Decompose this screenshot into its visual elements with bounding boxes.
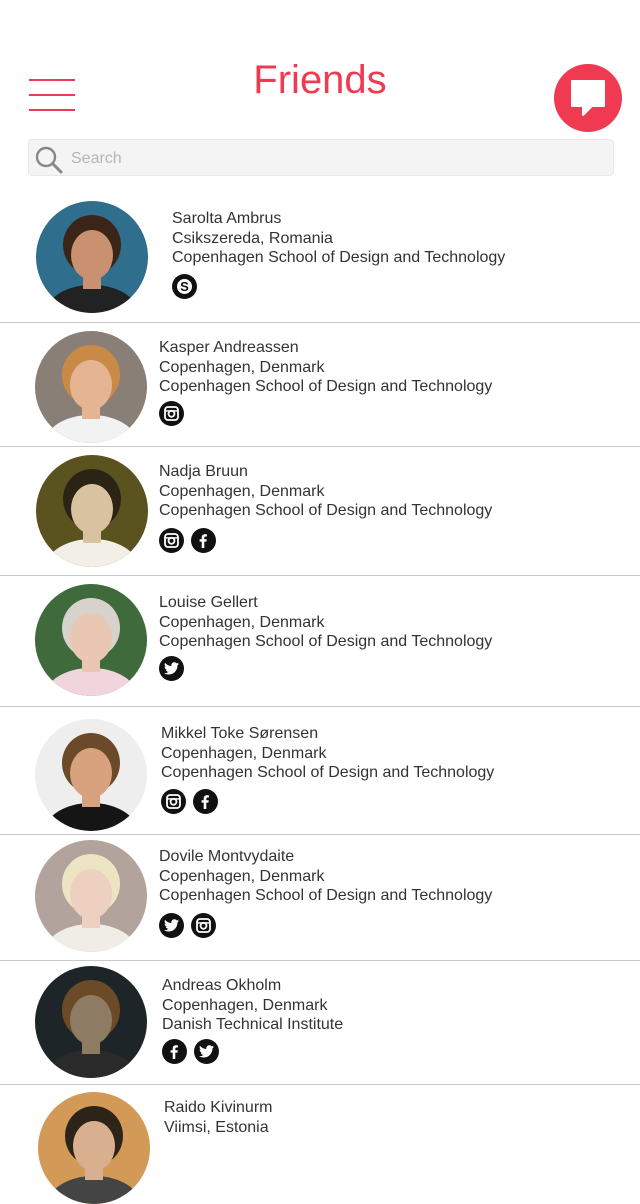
instagram-icon[interactable]: [159, 528, 184, 553]
twitter-icon[interactable]: [159, 913, 184, 938]
social-links: [162, 1039, 219, 1064]
friend-location: Copenhagen, Denmark: [159, 613, 325, 631]
friend-name: Louise Gellert: [159, 594, 258, 611]
friend-name: Kasper Andreassen: [159, 339, 299, 356]
chat-button[interactable]: [554, 64, 622, 132]
friend-row[interactable]: Nadja Bruun Copenhagen, Denmark Copenhagen…: [0, 447, 640, 576]
avatar: [35, 966, 147, 1078]
twitter-icon[interactable]: [194, 1039, 219, 1064]
friend-name: Andreas Okholm: [162, 977, 282, 994]
social-links: [159, 401, 184, 426]
friend-info: Raido Kivinurm Viimsi, Estonia: [164, 1098, 272, 1137]
friend-info: Kasper Andreassen Copenhagen, Denmark Cope…: [159, 338, 492, 397]
avatar: [38, 1092, 150, 1204]
avatar: [35, 719, 147, 831]
search-input[interactable]: [69, 140, 613, 177]
search-bar[interactable]: [28, 139, 614, 177]
skype-icon[interactable]: S: [172, 274, 197, 299]
avatar: [36, 455, 148, 567]
friend-location: Copenhagen, Denmark: [159, 867, 325, 885]
search-icon: [35, 146, 63, 174]
instagram-icon[interactable]: [161, 789, 186, 814]
social-links: [161, 789, 218, 814]
friend-row[interactable]: Raido Kivinurm Viimsi, Estonia: [0, 1085, 640, 1204]
friend-row[interactable]: Mikkel Toke Sørensen Copenhagen, Denmark C…: [0, 707, 640, 835]
friend-row[interactable]: Kasper Andreassen Copenhagen, Denmark Cope…: [0, 323, 640, 447]
social-links: [159, 656, 184, 681]
avatar: [36, 201, 148, 313]
chat-bubble-icon: [571, 80, 605, 116]
friend-row[interactable]: Dovile Montvydaite Copenhagen, Denmark Cop…: [0, 835, 640, 961]
facebook-icon[interactable]: [162, 1039, 187, 1064]
friend-location: Copenhagen, Denmark: [159, 358, 325, 376]
instagram-icon[interactable]: [191, 913, 216, 938]
friend-name: Mikkel Toke Sørensen: [161, 725, 319, 742]
friend-info: Sarolta Ambrus Csikszereda, Romania Copenh…: [172, 209, 505, 268]
friend-school: Copenhagen School of Design and Technolo…: [159, 633, 493, 650]
avatar: [35, 331, 147, 443]
friend-info: Andreas Okholm Copenhagen, Denmark Danish …: [162, 976, 343, 1035]
facebook-icon[interactable]: [191, 528, 216, 553]
friend-location: Viimsi, Estonia: [164, 1118, 269, 1136]
social-links: S: [172, 274, 197, 299]
friend-info: Dovile Montvydaite Copenhagen, Denmark Cop…: [159, 847, 492, 906]
friend-row[interactable]: Louise Gellert Copenhagen, Denmark Copenha…: [0, 576, 640, 707]
friend-name: Nadja Bruun: [159, 463, 248, 480]
social-links: [159, 913, 216, 938]
friend-name: Dovile Montvydaite: [159, 848, 295, 865]
friend-school: Copenhagen School of Design and Technolo…: [172, 249, 506, 266]
friend-info: Louise Gellert Copenhagen, Denmark Copenha…: [159, 593, 492, 652]
friend-school: Copenhagen School of Design and Technolo…: [159, 887, 493, 904]
friend-location: Csikszereda, Romania: [172, 229, 333, 247]
facebook-icon[interactable]: [193, 789, 218, 814]
svg-text:S: S: [180, 279, 189, 294]
friend-name: Raido Kivinurm: [164, 1099, 273, 1116]
friend-school: Danish Technical Institute: [162, 1016, 344, 1033]
friend-name: Sarolta Ambrus: [172, 210, 282, 227]
friend-school: Copenhagen School of Design and Technolo…: [161, 764, 495, 781]
friend-location: Copenhagen, Denmark: [162, 996, 328, 1014]
friend-row[interactable]: Andreas Okholm Copenhagen, Denmark Danish …: [0, 961, 640, 1085]
twitter-icon[interactable]: [159, 656, 184, 681]
friend-row[interactable]: Sarolta Ambrus Csikszereda, Romania Copenh…: [0, 192, 640, 323]
avatar: [35, 584, 147, 696]
friend-school: Copenhagen School of Design and Technolo…: [159, 378, 493, 395]
menu-line: [29, 109, 75, 111]
friend-school: Copenhagen School of Design and Technolo…: [159, 502, 493, 519]
friend-info: Nadja Bruun Copenhagen, Denmark Copenhagen…: [159, 462, 492, 521]
friend-info: Mikkel Toke Sørensen Copenhagen, Denmark C…: [161, 724, 494, 783]
friend-location: Copenhagen, Denmark: [161, 744, 327, 762]
instagram-icon[interactable]: [159, 401, 184, 426]
friend-location: Copenhagen, Denmark: [159, 482, 325, 500]
avatar: [35, 840, 147, 952]
page-title: Friends: [253, 58, 387, 102]
social-links: [159, 528, 216, 553]
